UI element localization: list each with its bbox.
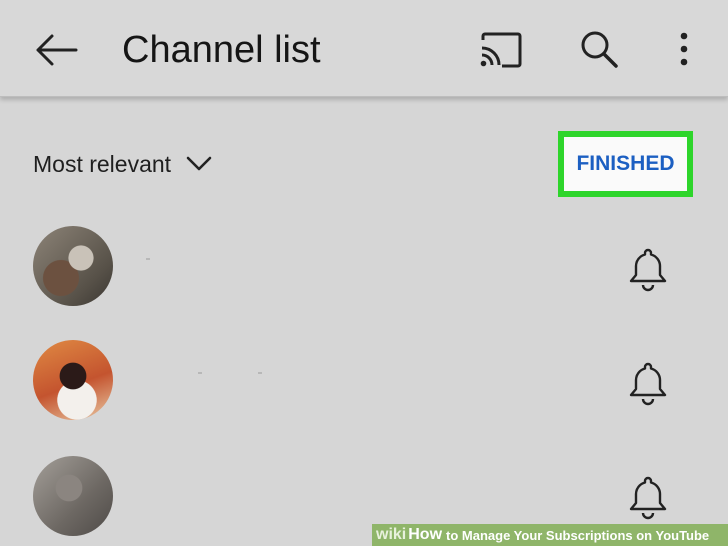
more-vert-icon [680, 32, 688, 66]
more-options-button[interactable] [664, 24, 704, 74]
app-bar: Channel list [0, 0, 728, 97]
bell-icon[interactable] [626, 474, 670, 520]
article-title: to Manage Your Subscriptions on YouTube [446, 527, 710, 543]
bell-icon[interactable] [626, 360, 670, 406]
wiki-label: wiki [376, 526, 407, 543]
channel-avatar [33, 456, 113, 536]
cast-icon [480, 32, 522, 68]
channel-avatar [33, 226, 113, 306]
channel-row[interactable] [0, 226, 728, 316]
back-button[interactable] [30, 26, 82, 74]
finished-highlight: FINISHED [558, 131, 693, 197]
back-arrow-icon [36, 34, 78, 66]
bell-icon[interactable] [626, 246, 670, 292]
channel-name-placeholder [146, 258, 150, 260]
how-label: How [408, 526, 443, 543]
sort-label: Most relevant [33, 150, 172, 177]
channel-avatar [33, 340, 113, 420]
finished-button[interactable]: FINISHED [564, 137, 687, 191]
channel-row[interactable] [0, 340, 728, 430]
cast-button[interactable] [474, 26, 528, 74]
chevron-down-icon [186, 156, 212, 171]
search-icon [581, 31, 618, 68]
watermark-banner: wiki How to Manage Your Subscriptions on… [372, 524, 728, 546]
sort-dropdown[interactable]: Most relevant [33, 144, 213, 184]
search-button[interactable] [574, 24, 624, 74]
channel-name-placeholder [198, 372, 202, 374]
page-title: Channel list [122, 29, 321, 71]
channel-name-placeholder [258, 372, 262, 374]
